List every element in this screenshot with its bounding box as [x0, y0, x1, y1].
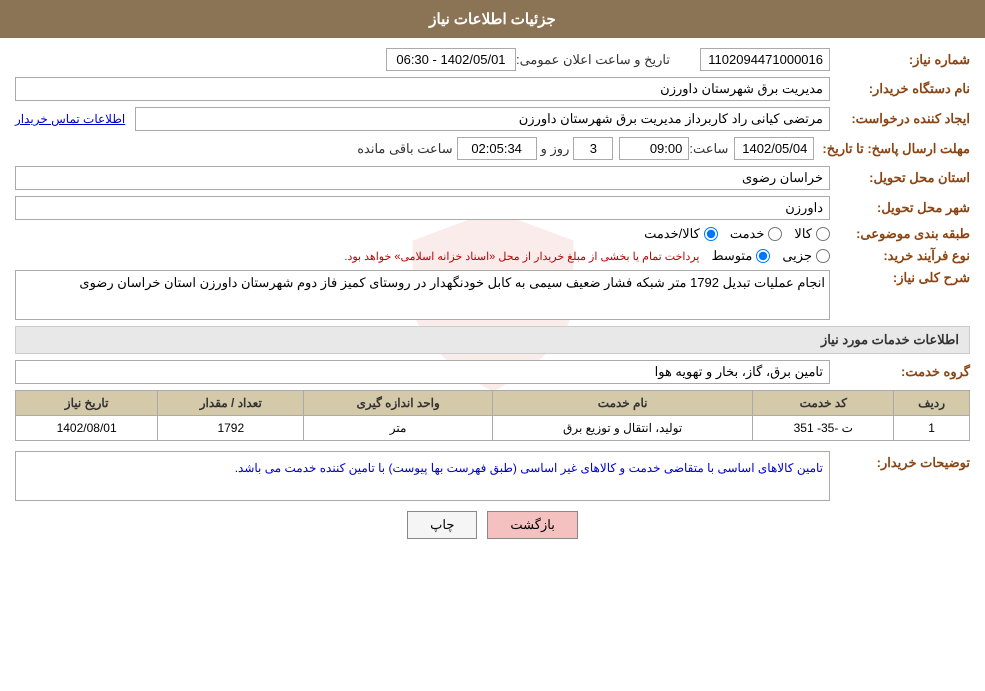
city-value: داورزن [15, 196, 830, 220]
request-number-value: 1102094471000016 [700, 48, 830, 71]
col-header-row: ردیف [894, 391, 970, 416]
contact-link[interactable]: اطلاعات تماس خریدار [15, 112, 125, 126]
province-value: خراسان رضوی [15, 166, 830, 190]
category-both-label: کالا/خدمت [644, 226, 700, 242]
cell-date: 1402/08/01 [16, 416, 158, 441]
creator-value: مرتضی کیانی راد کاربرداز مدیریت برق شهرس… [135, 107, 830, 131]
buyer-notes-label: توضیحات خریدار: [830, 451, 970, 471]
cell-code: ت -35- 351 [753, 416, 894, 441]
services-section-title: اطلاعات خدمات مورد نیاز [15, 326, 970, 354]
col-header-name: نام خدمت [492, 391, 752, 416]
deadline-remaining: 02:05:34 [457, 137, 537, 160]
process-radio-motavasset[interactable] [756, 249, 770, 263]
process-option-jozii[interactable]: جزیی [782, 248, 830, 264]
category-radio-kala[interactable] [816, 227, 830, 241]
cell-unit: متر [304, 416, 493, 441]
col-header-unit: واحد اندازه گیری [304, 391, 493, 416]
back-button[interactable]: بازگشت [487, 511, 577, 539]
process-option-motavasset[interactable]: متوسط [711, 248, 770, 264]
process-radio-group: جزیی متوسط پرداخت تمام یا بخشی از مبلغ خ… [344, 248, 830, 264]
deadline-label: مهلت ارسال پاسخ: تا تاریخ: [814, 141, 970, 157]
org-value: مدیریت برق شهرستان داورزن [15, 77, 830, 101]
process-jozii-label: جزیی [782, 248, 812, 264]
date-label: تاریخ و ساعت اعلان عمومی: [516, 52, 670, 68]
page-title: جزئیات اطلاعات نیاز [429, 11, 556, 28]
process-motavasset-label: متوسط [711, 248, 752, 264]
category-option-khedmat[interactable]: خدمت [730, 226, 783, 242]
creator-label: ایجاد کننده درخواست: [830, 111, 970, 127]
description-label: شرح کلی نیاز: [830, 270, 970, 286]
deadline-days: 3 [573, 137, 613, 160]
deadline-days-label: روز و [541, 141, 570, 157]
table-row: 1 ت -35- 351 تولید، انتقال و توزیع برق م… [16, 416, 970, 441]
category-option-kala[interactable]: کالا [794, 226, 830, 242]
service-group-value: تامین برق، گاز، بخار و تهویه هوا [15, 360, 830, 384]
category-radio-khedmat[interactable] [768, 227, 782, 241]
category-label: طبقه بندی موضوعی: [830, 226, 970, 242]
category-radio-both[interactable] [704, 227, 718, 241]
buyer-notes-content: تامین کالاهای اساسی با متقاضی خدمت و کال… [15, 451, 830, 501]
process-label: نوع فرآیند خرید: [830, 248, 970, 264]
print-button[interactable]: چاپ [407, 511, 477, 539]
col-header-quantity: تعداد / مقدار [158, 391, 304, 416]
deadline-time-label: ساعت: [689, 141, 728, 157]
buyer-notes-text: تامین کالاهای اساسی با متقاضی خدمت و کال… [235, 461, 823, 475]
cell-quantity: 1792 [158, 416, 304, 441]
cell-row: 1 [894, 416, 970, 441]
services-table: ردیف کد خدمت نام خدمت واحد اندازه گیری ت… [15, 390, 970, 441]
category-radio-group: کالا خدمت کالا/خدمت [644, 226, 830, 242]
process-radio-jozii[interactable] [816, 249, 830, 263]
deadline-date: 1402/05/04 [734, 137, 814, 160]
city-label: شهر محل تحویل: [830, 200, 970, 216]
request-number-label: شماره نیاز: [830, 52, 970, 68]
category-option-both[interactable]: کالا/خدمت [644, 226, 718, 242]
description-box: انجام عملیات تبدیل 1792 متر شبکه فشار ضع… [15, 270, 830, 320]
org-label: نام دستگاه خریدار: [830, 81, 970, 97]
category-khedmat-label: خدمت [730, 226, 765, 242]
category-kala-label: کالا [794, 226, 812, 242]
col-header-date: تاریخ نیاز [16, 391, 158, 416]
description-value: انجام عملیات تبدیل 1792 متر شبکه فشار ضع… [79, 275, 825, 290]
cell-name: تولید، انتقال و توزیع برق [492, 416, 752, 441]
province-label: استان محل تحویل: [830, 170, 970, 186]
col-header-code: کد خدمت [753, 391, 894, 416]
deadline-time: 09:00 [619, 137, 689, 160]
deadline-remaining-label: ساعت باقی مانده [357, 141, 452, 157]
process-note: پرداخت تمام یا بخشی از مبلغ خریدار از مح… [344, 250, 699, 263]
date-value: 1402/05/01 - 06:30 [386, 48, 516, 71]
page-header: جزئیات اطلاعات نیاز [0, 0, 985, 38]
actions-bar: بازگشت چاپ [15, 511, 970, 554]
service-group-label: گروه خدمت: [830, 364, 970, 380]
